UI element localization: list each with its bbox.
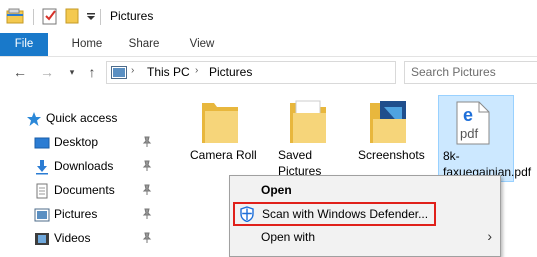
file-label: Camera Roll bbox=[190, 148, 257, 162]
menu-item-scan-defender[interactable]: Scan with Windows Defender... bbox=[233, 202, 436, 226]
menu-item-label: Open bbox=[261, 183, 292, 197]
folder-icon bbox=[370, 101, 406, 143]
file-item-pdf[interactable]: e pdf 8k-faxuegainian.pdf bbox=[438, 95, 531, 182]
windows-defender-shield-icon bbox=[240, 206, 254, 222]
menu-item-label: Scan with Windows Defender... bbox=[262, 207, 429, 221]
search-input[interactable]: Search Pictures bbox=[404, 61, 537, 84]
context-menu: Open Scan with Windows Defender... Open … bbox=[229, 175, 501, 257]
pin-icon[interactable] bbox=[142, 160, 152, 172]
nav-item-label: Quick access bbox=[46, 111, 118, 125]
customize-dropdown-icon[interactable] bbox=[86, 12, 96, 22]
properties-icon[interactable] bbox=[42, 7, 58, 25]
nav-item-label: Desktop bbox=[54, 135, 99, 149]
pdf-file-icon: e pdf bbox=[456, 101, 490, 145]
up-arrow-icon[interactable]: ↑ bbox=[84, 64, 100, 80]
pictures-icon bbox=[34, 208, 50, 222]
separator bbox=[33, 9, 34, 25]
address-bar[interactable]: › This PC › Pictures bbox=[106, 61, 396, 84]
forward-arrow-icon[interactable]: → bbox=[39, 64, 55, 80]
breadcrumb-separator-icon[interactable]: › bbox=[131, 65, 134, 76]
desktop-icon bbox=[34, 137, 50, 149]
back-arrow-icon[interactable]: ← bbox=[12, 64, 28, 80]
tab-view[interactable]: View bbox=[180, 33, 224, 56]
breadcrumb-pictures[interactable]: Pictures bbox=[209, 65, 252, 79]
download-icon bbox=[36, 160, 48, 175]
new-folder-icon[interactable] bbox=[65, 8, 79, 24]
breadcrumb-this-pc[interactable]: This PC bbox=[147, 65, 190, 79]
menu-item-label: Open with bbox=[261, 230, 316, 244]
nav-item-label: Documents bbox=[54, 183, 115, 197]
folder-icon bbox=[202, 103, 238, 143]
nav-item-quick-access[interactable]: Quick access bbox=[0, 107, 160, 131]
pin-icon[interactable] bbox=[142, 208, 152, 220]
pin-icon[interactable] bbox=[142, 232, 152, 244]
folder-icon bbox=[290, 100, 326, 143]
file-label: Screenshots bbox=[358, 148, 425, 162]
nav-item-pictures[interactable]: Pictures bbox=[0, 203, 160, 227]
menu-item-open[interactable]: Open bbox=[230, 179, 500, 201]
documents-icon bbox=[36, 183, 48, 199]
nav-item-label: Pictures bbox=[54, 207, 98, 221]
navigation-bar: ← → ▾ ↑ › This PC › Pictures Search Pict… bbox=[0, 57, 537, 87]
svg-text:pdf: pdf bbox=[460, 126, 478, 141]
breadcrumb-separator-icon[interactable]: › bbox=[195, 65, 198, 76]
nav-item-desktop[interactable]: Desktop bbox=[0, 131, 160, 155]
file-explorer-icon[interactable] bbox=[6, 8, 24, 24]
title-bar: Pictures bbox=[0, 0, 537, 33]
ribbon-tabs: File Home Share View bbox=[0, 33, 537, 56]
nav-item-documents[interactable]: Documents bbox=[0, 179, 160, 203]
file-item-camera-roll[interactable]: Camera Roll bbox=[180, 95, 260, 180]
navigation-pane: Quick access Desktop Downloads Documents bbox=[0, 95, 160, 253]
nav-item-videos[interactable]: Videos bbox=[0, 227, 160, 251]
window-title: Pictures bbox=[110, 9, 154, 23]
nav-item-label: Downloads bbox=[54, 159, 114, 173]
menu-item-open-with[interactable]: Open with › bbox=[230, 226, 500, 248]
star-icon bbox=[27, 112, 41, 126]
tab-file[interactable]: File bbox=[0, 33, 48, 56]
submenu-chevron-icon: › bbox=[487, 228, 492, 244]
pictures-location-icon bbox=[111, 66, 127, 79]
nav-item-label: Videos bbox=[54, 231, 91, 245]
separator bbox=[100, 9, 101, 25]
tab-home[interactable]: Home bbox=[65, 33, 109, 56]
nav-item-downloads[interactable]: Downloads bbox=[0, 155, 160, 179]
videos-icon bbox=[35, 233, 49, 245]
tab-share[interactable]: Share bbox=[122, 33, 166, 56]
file-item-screenshots[interactable]: Screenshots bbox=[348, 95, 428, 180]
pin-icon[interactable] bbox=[142, 136, 152, 148]
search-placeholder: Search Pictures bbox=[411, 65, 496, 79]
file-item-saved-pictures[interactable]: Saved Pictures bbox=[268, 95, 348, 180]
pin-icon[interactable] bbox=[142, 184, 152, 196]
recent-locations-icon[interactable]: ▾ bbox=[64, 64, 80, 80]
svg-text:e: e bbox=[463, 105, 473, 125]
